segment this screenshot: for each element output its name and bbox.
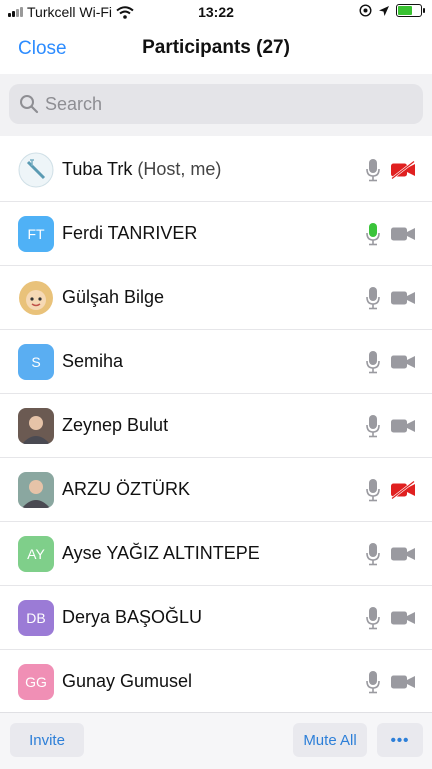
participant-row[interactable]: Tuba Trk (Host, me)	[0, 138, 432, 202]
avatar-initials: GG	[25, 674, 47, 690]
microphone-icon[interactable]	[366, 350, 380, 374]
avatar-initials: S	[31, 354, 41, 370]
participant-row[interactable]: FT Ferdi TANRIVER	[0, 202, 432, 266]
photo-avatar-icon	[18, 472, 54, 508]
participant-row[interactable]: AY Ayse YAĞIZ ALTINTEPE	[0, 522, 432, 586]
participant-row[interactable]: Zeynep Bulut	[0, 394, 432, 458]
participant-name-line: ARZU ÖZTÜRK	[62, 479, 190, 500]
avatar	[18, 472, 54, 508]
camera-icon[interactable]	[390, 673, 416, 691]
participant-name: Tuba Trk	[62, 159, 133, 179]
camera-icon[interactable]	[390, 353, 416, 371]
search-placeholder: Search	[45, 94, 103, 114]
participant-name: Semiha	[62, 351, 124, 371]
participant-name: Zeynep Bulut	[62, 415, 169, 435]
participant-name-line: Gunay Gumusel	[62, 671, 192, 692]
screen-lock-icon	[359, 4, 372, 17]
participant-name: ARZU ÖZTÜRK	[62, 479, 190, 499]
participant-row[interactable]: S Semiha	[0, 330, 432, 394]
avatar: GG	[18, 664, 54, 700]
header: Close Participants (27)	[0, 26, 432, 72]
avatar: DB	[18, 600, 54, 636]
camera-icon[interactable]	[390, 225, 416, 243]
microphone-icon[interactable]	[366, 158, 380, 182]
camera-off-icon[interactable]	[390, 481, 416, 499]
more-button[interactable]: •••	[377, 723, 423, 757]
participant-row[interactable]: GG Gunay Gumusel	[0, 650, 432, 714]
participant-name-line: Ayse YAĞIZ ALTINTEPE	[62, 543, 260, 564]
search-icon	[20, 95, 39, 114]
mute-all-button[interactable]: Mute All	[293, 723, 367, 757]
microphone-icon[interactable]	[366, 286, 380, 310]
microphone-icon[interactable]	[366, 478, 380, 502]
camera-icon[interactable]	[390, 289, 416, 307]
camera-off-icon[interactable]	[390, 161, 416, 179]
microphone-icon[interactable]	[366, 222, 380, 246]
bottom-toolbar: Invite Mute All •••	[0, 712, 432, 769]
participant-list: Tuba Trk (Host, me) FT Ferdi TANRIVER Gülşa…	[0, 138, 432, 714]
participant-name: Ayse YAĞIZ ALTINTEPE	[62, 543, 260, 563]
seal-logo-icon	[18, 152, 54, 188]
participant-name-line: Tuba Trk (Host, me)	[62, 159, 221, 180]
search-input[interactable]: Search	[9, 84, 423, 124]
microphone-icon[interactable]	[366, 606, 380, 630]
status-right	[359, 4, 425, 17]
camera-icon[interactable]	[390, 545, 416, 563]
participant-name: Derya BAŞOĞLU	[62, 607, 203, 627]
page-title: Participants (27)	[142, 37, 290, 58]
participant-name-line: Semiha	[62, 351, 123, 372]
camera-icon[interactable]	[390, 609, 416, 627]
participant-name: Ferdi TANRIVER	[62, 223, 198, 243]
avatar: S	[18, 344, 54, 380]
avatar: AY	[18, 536, 54, 572]
avatar	[18, 280, 54, 316]
microphone-icon[interactable]	[366, 670, 380, 694]
participant-row[interactable]: ARZU ÖZTÜRK	[0, 458, 432, 522]
microphone-icon[interactable]	[366, 414, 380, 438]
avatar	[18, 408, 54, 444]
battery-icon	[396, 4, 425, 17]
avatar-initials: AY	[27, 546, 45, 562]
participant-name-line: Ferdi TANRIVER	[62, 223, 197, 244]
microphone-icon[interactable]	[366, 542, 380, 566]
participant-role-tag: (Host, me)	[137, 159, 222, 179]
participant-name-line: Gülşah Bilge	[62, 287, 164, 308]
camera-icon[interactable]	[390, 417, 416, 435]
participant-name-line: Zeynep Bulut	[62, 415, 168, 436]
emoji-avatar-icon	[19, 281, 53, 315]
avatar: FT	[18, 216, 54, 252]
photo-avatar-icon	[18, 408, 54, 444]
avatar-initials: FT	[27, 226, 45, 242]
participant-row[interactable]: Gülşah Bilge	[0, 266, 432, 330]
location-icon	[379, 5, 389, 16]
participant-name-line: Derya BAŞOĞLU	[62, 607, 202, 628]
invite-button[interactable]: Invite	[10, 723, 84, 757]
participant-name: Gunay Gumusel	[62, 671, 193, 691]
participant-row[interactable]: DB Derya BAŞOĞLU	[0, 586, 432, 650]
avatar	[18, 152, 54, 188]
search-section: Search	[0, 74, 432, 136]
participant-name: Gülşah Bilge	[62, 287, 165, 307]
avatar-initials: DB	[26, 610, 46, 626]
status-bar: Turkcell Wi-Fi 13:22	[0, 0, 432, 26]
